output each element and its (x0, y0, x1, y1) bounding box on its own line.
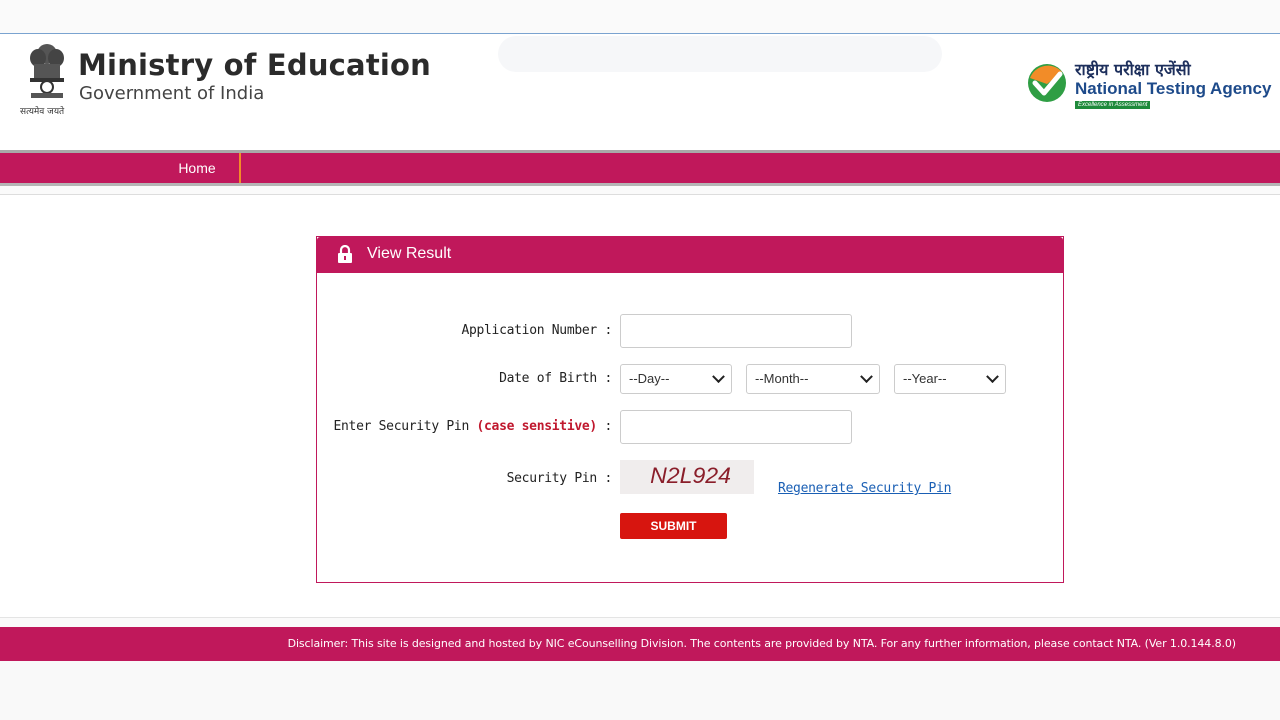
application-number-label: Application Number : (461, 323, 612, 338)
footer-divider (0, 617, 1280, 618)
application-number-input[interactable] (620, 314, 852, 348)
chevron-down-icon (860, 370, 873, 384)
captcha-image: N2L924 (620, 460, 754, 494)
security-pin-input[interactable] (620, 410, 852, 444)
emblem-motto: सत्यमेव जयते (20, 107, 65, 117)
chevron-down-icon (712, 370, 725, 384)
nav-home-link[interactable]: Home (155, 153, 241, 183)
panel-header: View Result (317, 237, 1063, 273)
dob-month-select[interactable]: --Month-- (746, 364, 880, 394)
security-pin-label-text: Enter Security Pin (333, 419, 469, 434)
security-pin-label: Enter Security Pin (case sensitive) : (333, 419, 612, 434)
agency-hindi-name: राष्ट्रीय परीक्षा एजेंसी (1075, 60, 1191, 79)
ministry-title: Ministry of Education (78, 48, 431, 82)
dob-day-select[interactable]: --Day-- (620, 364, 732, 394)
agency-name: National Testing Agency (1075, 79, 1272, 98)
footer-disclaimer: Disclaimer: This site is designed and ho… (287, 637, 1237, 650)
case-sensitive-hint: (case sensitive) (476, 419, 598, 434)
dob-label: Date of Birth : (499, 371, 612, 386)
chevron-down-icon (986, 370, 999, 384)
lock-icon (338, 245, 352, 263)
ministry-subtitle: Government of India (79, 83, 265, 104)
site-header: सत्यमेव जयते Ministry of Education Gover… (0, 34, 1280, 150)
header-search-placeholder (498, 36, 942, 72)
captcha-label: Security Pin : (506, 471, 613, 486)
submit-button[interactable]: SUBMIT (620, 513, 727, 539)
main-nav: Home (0, 150, 1280, 186)
security-pin-label-colon: : (596, 419, 612, 434)
agency-tagline: Excellence in Assessment (1075, 101, 1151, 109)
site-footer: Disclaimer: This site is designed and ho… (0, 627, 1280, 661)
panel-title: View Result (367, 245, 452, 262)
dob-year-select[interactable]: --Year-- (894, 364, 1006, 394)
captcha-text: N2L924 (650, 463, 732, 488)
dob-month-value: --Month-- (755, 371, 809, 386)
nta-checkmark-logo (1028, 64, 1066, 102)
page-bottom (0, 661, 1280, 720)
regenerate-security-pin-link[interactable]: Regenerate Security Pin (778, 481, 951, 496)
dob-day-value: --Day-- (629, 371, 670, 386)
dob-year-value: --Year-- (903, 371, 947, 386)
